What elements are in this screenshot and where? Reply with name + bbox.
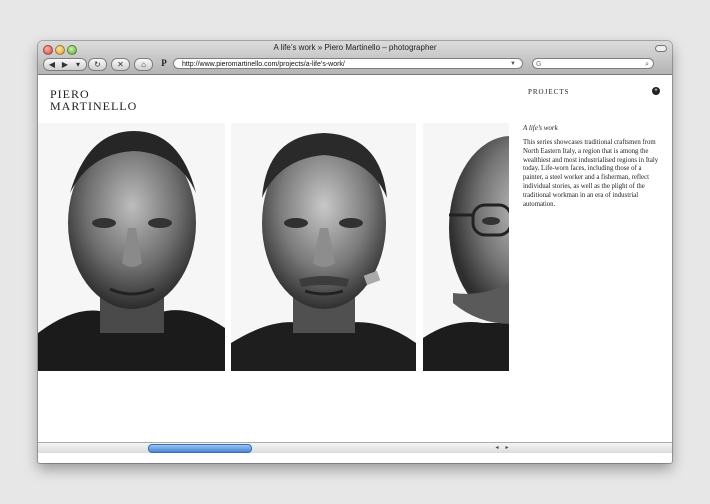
url-text: http://www.pieromartinello.com/projects/… bbox=[182, 61, 345, 68]
logo-line-2: MARTINELLO bbox=[50, 99, 138, 113]
forward-button[interactable]: ▶ bbox=[59, 59, 72, 70]
home-button[interactable]: ⌂ bbox=[134, 58, 153, 71]
stop-button[interactable]: ✕ bbox=[111, 58, 130, 71]
scroll-right-icon[interactable]: ▸ bbox=[502, 443, 512, 453]
horizontal-scrollbar[interactable]: ◂ ▸ bbox=[38, 442, 672, 453]
site-logo[interactable]: PIERO MARTINELLO bbox=[50, 88, 137, 112]
window-title: A life’s work » Piero Martinello – photo… bbox=[273, 43, 437, 52]
address-dropdown-icon[interactable]: ▼ bbox=[510, 59, 516, 70]
portrait-photo[interactable] bbox=[231, 123, 416, 371]
browser-window: A life’s work » Piero Martinello – photo… bbox=[38, 41, 672, 463]
search-magnifier-icon: ⌕ bbox=[645, 61, 649, 68]
back-button[interactable]: ◀ bbox=[46, 59, 59, 70]
address-bar[interactable]: http://www.pieromartinello.com/projects/… bbox=[173, 58, 523, 69]
title-bar: A life’s work » Piero Martinello – photo… bbox=[38, 41, 672, 75]
page-viewport: PIERO MARTINELLO PROJECTS + A life’s wor… bbox=[38, 75, 672, 453]
project-title: A life’s work bbox=[523, 124, 558, 132]
photo-gallery[interactable] bbox=[38, 123, 509, 371]
history-menu-button[interactable]: ▾ bbox=[72, 59, 85, 70]
scrollbar-thumb[interactable] bbox=[148, 444, 252, 453]
search-input[interactable]: G ⌕ bbox=[532, 58, 654, 69]
reload-button[interactable]: ↻ bbox=[88, 58, 107, 71]
back-forward-group: ◀ ▶ ▾ bbox=[43, 58, 87, 71]
scroll-left-icon[interactable]: ◂ bbox=[492, 443, 502, 453]
portrait-photo[interactable] bbox=[423, 123, 509, 371]
project-description: This series showcases traditional crafts… bbox=[523, 139, 659, 208]
plus-icon[interactable]: + bbox=[652, 87, 660, 95]
projects-link[interactable]: PROJECTS bbox=[528, 88, 569, 96]
site-favicon-icon: P bbox=[161, 58, 167, 68]
search-engine-icon[interactable]: G bbox=[536, 59, 541, 70]
toolbar-toggle-button[interactable] bbox=[655, 45, 667, 52]
portrait-photo[interactable] bbox=[38, 123, 225, 371]
